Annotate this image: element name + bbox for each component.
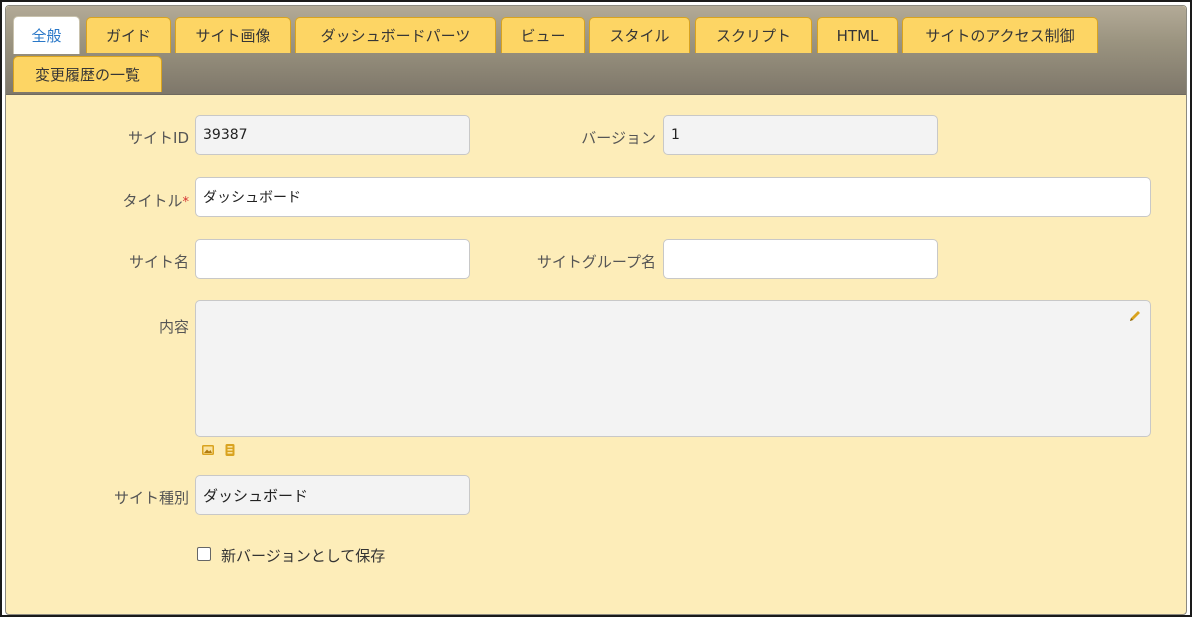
tab-bar: 全般 ガイド サイト画像 ダッシュボードパーツ ビュー スタイル スクリプト H… xyxy=(6,6,1186,95)
tab-html[interactable]: HTML xyxy=(817,17,898,53)
save-new-version-label[interactable]: 新バージョンとして保存 xyxy=(221,545,385,566)
site-name-input[interactable] xyxy=(195,239,470,279)
pencil-icon[interactable] xyxy=(1128,309,1142,323)
title-label: タイトル* xyxy=(122,190,189,211)
site-group-name-label: サイトグループ名 xyxy=(536,253,656,271)
tab-general[interactable]: 全般 xyxy=(13,16,80,54)
tab-change-history[interactable]: 変更履歴の一覧 xyxy=(13,56,162,92)
site-name-label: サイト名 xyxy=(128,253,189,271)
site-type-field: ダッシュボード xyxy=(195,475,470,515)
version-label: バージョン xyxy=(581,129,656,147)
title-input[interactable]: ダッシュボード xyxy=(195,177,1151,217)
content-textarea[interactable] xyxy=(195,300,1151,437)
site-group-name-input[interactable] xyxy=(663,239,938,279)
site-settings-panel: 全般 ガイド サイト画像 ダッシュボードパーツ ビュー スタイル スクリプト H… xyxy=(5,5,1187,615)
site-id-field: 39387 xyxy=(195,115,470,155)
tab-dashboard-parts[interactable]: ダッシュボードパーツ xyxy=(295,17,496,53)
required-mark: * xyxy=(182,195,190,210)
tab-site-image[interactable]: サイト画像 xyxy=(175,17,291,53)
tab-style[interactable]: スタイル xyxy=(589,17,690,53)
site-id-label: サイトID xyxy=(128,129,189,147)
image-icon[interactable] xyxy=(201,443,215,457)
save-new-version-checkbox[interactable] xyxy=(197,547,211,561)
content-label: 内容 xyxy=(158,318,189,336)
tab-view[interactable]: ビュー xyxy=(501,17,585,53)
window-frame: 全般 ガイド サイト画像 ダッシュボードパーツ ビュー スタイル スクリプト H… xyxy=(0,0,1192,617)
version-field: 1 xyxy=(663,115,938,155)
tab-guide[interactable]: ガイド xyxy=(86,17,171,53)
tab-script[interactable]: スクリプト xyxy=(695,17,812,53)
title-label-text: タイトル xyxy=(122,192,183,210)
tab-site-access-control[interactable]: サイトのアクセス制御 xyxy=(902,17,1098,53)
site-type-label: サイト種別 xyxy=(113,489,189,507)
attachment-icon[interactable] xyxy=(223,443,237,457)
